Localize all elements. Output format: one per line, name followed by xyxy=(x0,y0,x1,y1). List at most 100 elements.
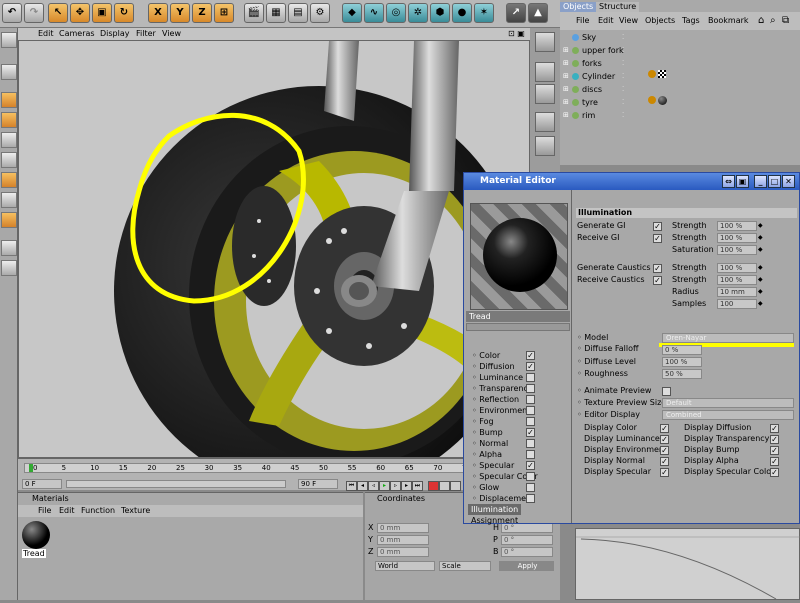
tab-structure[interactable]: Structure xyxy=(596,2,640,12)
channel-checkbox[interactable] xyxy=(526,483,535,492)
visibility-dots-icon[interactable]: ⁚ xyxy=(622,83,624,96)
grid-icon[interactable] xyxy=(1,260,17,276)
material-tag-icon[interactable] xyxy=(658,70,666,78)
channel-checkbox[interactable]: ✓ xyxy=(526,461,535,470)
channel-item[interactable]: ◦ Fog xyxy=(472,416,572,427)
om-menu-tags[interactable]: Tags xyxy=(682,12,700,30)
diffuse-falloff-field[interactable]: 0 % xyxy=(662,345,702,355)
prev-frame-icon[interactable]: ◃ xyxy=(368,481,379,491)
render-view-icon[interactable]: 🎬 xyxy=(244,3,264,23)
visibility-dots-icon[interactable]: ⁚ xyxy=(622,31,624,44)
object-mode-icon[interactable] xyxy=(1,64,17,80)
live-selection-icon[interactable]: ↖ xyxy=(48,3,68,23)
spline-icon[interactable]: ∿ xyxy=(364,3,384,23)
mat-menu-file[interactable]: File xyxy=(38,505,51,517)
channel-checkbox[interactable] xyxy=(526,494,535,503)
object-name[interactable]: tyre xyxy=(582,96,598,109)
channel-item[interactable]: ◦ Environment xyxy=(472,405,572,416)
illum-option-checkbox[interactable]: ✓ xyxy=(653,264,662,273)
illum-param-field[interactable]: 100 xyxy=(717,299,757,309)
channel-checkbox[interactable] xyxy=(526,384,535,393)
display-option-checkbox[interactable]: ✓ xyxy=(660,424,669,433)
expand-icon[interactable]: ⊞ xyxy=(563,109,569,122)
stepper-arrows-icon[interactable]: ◆ xyxy=(758,246,763,253)
display-option-checkbox[interactable]: ✓ xyxy=(660,468,669,477)
channel-item[interactable]: ◦ Glow xyxy=(472,482,572,493)
coordinate-mode-select[interactable]: World xyxy=(375,561,435,571)
channel-item[interactable]: ◦ Normal xyxy=(472,438,572,449)
axis-x-button[interactable]: X xyxy=(148,3,168,23)
expand-icon[interactable]: ⊞ xyxy=(563,57,569,70)
tile-icon[interactable]: ▣ xyxy=(736,175,749,188)
new-window-icon[interactable]: ⧉ xyxy=(782,12,789,30)
axis-z-button[interactable]: Z xyxy=(192,3,212,23)
editor-display-dropdown[interactable]: Combined xyxy=(662,410,794,420)
expand-icon[interactable]: ⊞ xyxy=(563,70,569,83)
channel-checkbox[interactable] xyxy=(526,417,535,426)
goto-start-icon[interactable]: ⏮ xyxy=(346,481,357,491)
animate-preview-checkbox[interactable] xyxy=(662,387,671,396)
camera-icon[interactable]: ✶ xyxy=(474,3,494,23)
channel-checkbox[interactable] xyxy=(526,450,535,459)
pin-icon[interactable]: ⇔ xyxy=(722,175,735,188)
coord-position-field[interactable]: 0 mm xyxy=(377,535,429,545)
object-name[interactable]: Cylinder xyxy=(582,70,615,83)
diffuse-level-field[interactable]: 100 % xyxy=(662,357,702,367)
assignment-tab[interactable]: Assignment xyxy=(468,515,521,526)
material-preview[interactable] xyxy=(470,203,568,310)
channel-item[interactable]: ◦ Specular xyxy=(472,460,572,471)
maximize-icon[interactable]: □ xyxy=(768,175,781,188)
tag-icon[interactable] xyxy=(648,96,656,104)
function-graph[interactable] xyxy=(575,528,800,600)
render-picture-viewer-icon[interactable]: ▤ xyxy=(288,3,308,23)
om-menu-objects[interactable]: Objects xyxy=(645,12,675,30)
om-menu-file[interactable]: File xyxy=(576,12,589,30)
channel-checkbox[interactable] xyxy=(526,373,535,382)
3d-viewport[interactable] xyxy=(18,40,530,458)
channel-checkbox[interactable]: ✓ xyxy=(526,362,535,371)
mat-menu-edit[interactable]: Edit xyxy=(59,505,75,517)
channel-checkbox[interactable]: ✓ xyxy=(526,428,535,437)
mat-menu-function[interactable]: Function xyxy=(81,505,115,517)
stepper-arrows-icon[interactable]: ◆ xyxy=(758,300,763,307)
tool-icon-3[interactable] xyxy=(535,84,555,104)
model-dropdown[interactable]: Oren-Nayar xyxy=(662,333,794,343)
deformer-icon[interactable]: ⬢ xyxy=(430,3,450,23)
object-name[interactable]: rim xyxy=(582,109,595,122)
illum-param-field[interactable]: 100 % xyxy=(717,245,757,255)
render-settings-icon[interactable]: ⚙ xyxy=(310,3,330,23)
channel-checkbox[interactable] xyxy=(526,406,535,415)
end-frame-field[interactable]: 90 F xyxy=(298,479,338,489)
model-mode-icon[interactable] xyxy=(1,32,17,48)
channel-checkbox[interactable] xyxy=(526,439,535,448)
goto-end-icon[interactable]: ⏭ xyxy=(412,481,423,491)
illum-option-checkbox[interactable]: ✓ xyxy=(653,276,662,285)
coord-rotation-field[interactable]: 0 ° xyxy=(501,535,553,545)
stepper-arrows-icon[interactable]: ◆ xyxy=(758,234,763,241)
viewport-menu-edit[interactable]: Edit xyxy=(38,28,54,40)
viewport-menu-display[interactable]: Display xyxy=(100,28,130,40)
mat-menu-texture[interactable]: Texture xyxy=(121,505,150,517)
edges-mode-icon[interactable] xyxy=(1,112,17,128)
undo-icon[interactable]: ↶ xyxy=(2,3,22,23)
channel-item[interactable]: ◦ Luminance xyxy=(472,372,572,383)
display-option-checkbox[interactable]: ✓ xyxy=(770,446,779,455)
expand-icon[interactable]: ⊞ xyxy=(563,83,569,96)
roughness-field[interactable]: 50 % xyxy=(662,369,702,379)
channel-item[interactable]: ◦ Color xyxy=(472,350,572,361)
channel-item[interactable]: ◦ Displacement xyxy=(472,493,572,504)
inverse-kinematics-icon[interactable] xyxy=(1,212,17,228)
next-frame-icon[interactable]: ▹ xyxy=(390,481,401,491)
illum-param-field[interactable]: 100 % xyxy=(717,263,757,273)
illum-param-field[interactable]: 100 % xyxy=(717,233,757,243)
stepper-arrows-icon[interactable]: ◆ xyxy=(758,222,763,229)
cube-icon[interactable]: ◆ xyxy=(342,3,362,23)
object-name[interactable]: forks xyxy=(582,57,602,70)
object-row[interactable]: ⊞ discs ⁚ xyxy=(560,83,800,96)
object-name[interactable]: Sky xyxy=(582,31,596,44)
channel-item[interactable]: ◦ Reflection xyxy=(472,394,572,405)
object-name[interactable]: upper fork xyxy=(582,44,624,57)
stepper-arrows-icon[interactable]: ◆ xyxy=(758,276,763,283)
prev-key-icon[interactable]: ◂ xyxy=(357,481,368,491)
display-option-checkbox[interactable]: ✓ xyxy=(660,446,669,455)
